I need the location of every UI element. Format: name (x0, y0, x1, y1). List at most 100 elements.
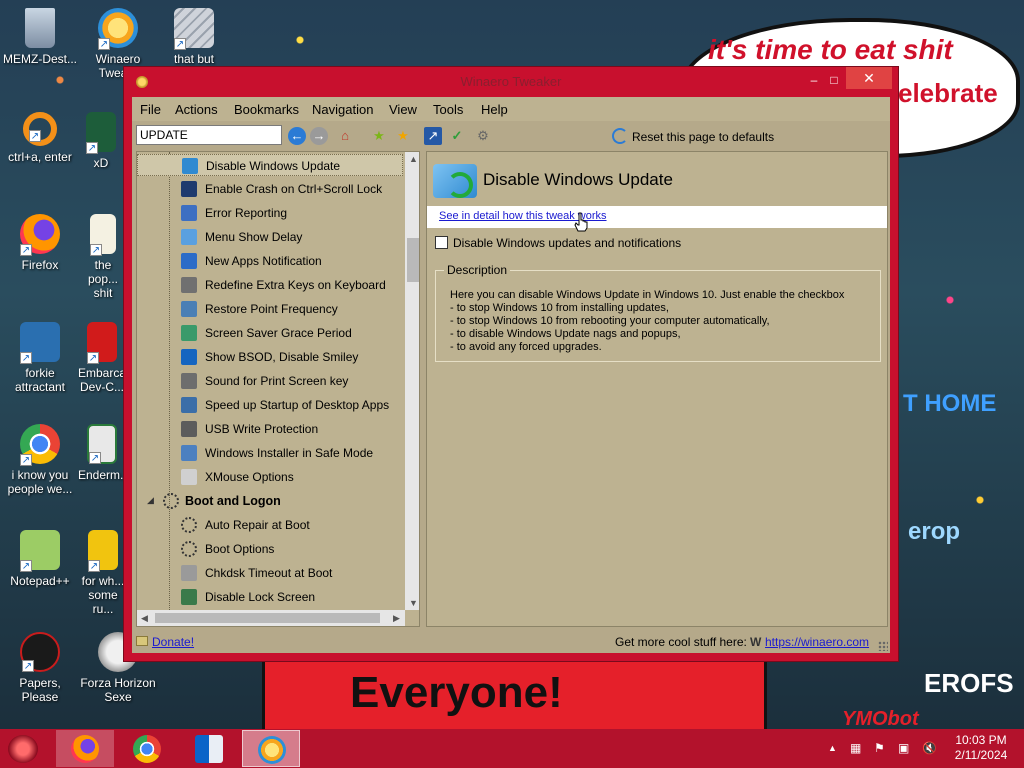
desktop-icon-xd[interactable]: ↗ xD (78, 112, 124, 170)
tree-item[interactable]: Error Reporting (137, 202, 403, 224)
window-titlebar[interactable]: Winaero Tweaker – □ ✕ (124, 67, 898, 97)
chrome-icon (133, 735, 161, 763)
taskbar-app-chrome[interactable] (118, 730, 176, 767)
tree-item[interactable]: Enable Crash on Ctrl+Scroll Lock (137, 178, 403, 200)
window-title: Winaero Tweaker (460, 74, 562, 89)
firefox-icon: ↗ (20, 214, 60, 256)
menu-view[interactable]: View (389, 102, 417, 117)
tree-item[interactable]: Windows Installer in Safe Mode (137, 442, 403, 464)
menu-file[interactable]: File (140, 102, 161, 117)
tree-item-label: Boot Options (205, 542, 275, 556)
tray-network-icon[interactable]: ▣ (898, 741, 909, 755)
shortcut-arrow-icon: ↗ (20, 454, 32, 466)
shortcut-arrow-icon: ↗ (98, 38, 110, 50)
tree-item[interactable]: Redefine Extra Keys on Keyboard (137, 274, 403, 296)
start-button[interactable] (8, 735, 38, 763)
winaero-website-link[interactable]: https://winaero.com (765, 635, 869, 649)
tree-item[interactable]: XMouse Options (137, 466, 403, 488)
desktop-icon-label: Embarca... Dev-C... (78, 366, 137, 394)
menu-bookmarks[interactable]: Bookmarks (234, 102, 299, 117)
taskbar-app-winaero[interactable] (242, 730, 300, 767)
shortcut-arrow-icon: ↗ (20, 244, 32, 256)
dots-spinner-icon (181, 541, 197, 557)
search-input[interactable] (136, 125, 282, 145)
desktop-icon-ctrl-a[interactable]: ↗ ctrl+a, enter (0, 112, 80, 164)
scroll-right-arrow-icon[interactable]: ▶ (393, 613, 400, 624)
expand-arrow-icon[interactable]: ◢ (147, 495, 154, 506)
desktop-icon-enderman[interactable]: ↗ Enderm... (78, 424, 130, 482)
tree-item[interactable]: Menu Show Delay (137, 226, 403, 248)
close-button[interactable]: ✕ (846, 67, 892, 89)
apply-check-icon[interactable]: ✓ (448, 127, 466, 145)
tree-item[interactable]: Screen Saver Grace Period (137, 322, 403, 344)
scroll-up-arrow-icon[interactable]: ▲ (409, 154, 418, 164)
back-icon[interactable]: ← (288, 127, 306, 145)
desktop-icon-firefox[interactable]: ↗ Firefox (0, 214, 80, 272)
tray-flag-icon[interactable]: ⚑ (874, 741, 885, 755)
bookmarks-icon[interactable]: ★ (394, 127, 412, 145)
maximize-button[interactable]: □ (824, 73, 844, 89)
tree-item-label: Disable Windows Update (206, 159, 341, 173)
donate-link[interactable]: Donate! (152, 635, 194, 649)
reset-page-button[interactable]: Reset this page to defaults (632, 130, 774, 144)
disk-icon (181, 565, 197, 581)
shortcut-arrow-icon: ↗ (22, 660, 34, 672)
windows-update-icon (433, 164, 477, 198)
forward-icon[interactable]: → (310, 127, 328, 145)
shortcut-icon[interactable]: ↗ (424, 127, 442, 145)
menu-navigation[interactable]: Navigation (312, 102, 373, 117)
tree-group-boot-and-logon[interactable]: ◢ Boot and Logon (137, 490, 403, 512)
shortcut-arrow-icon: ↗ (89, 452, 101, 464)
tree-item[interactable]: Auto Repair at Boot (137, 514, 403, 536)
minimize-button[interactable]: – (804, 73, 824, 89)
menu-tools[interactable]: Tools (433, 102, 463, 117)
desktop-icon-papers-please[interactable]: ↗ Papers, Please (0, 632, 80, 704)
shortcut-arrow-icon: ↗ (87, 352, 99, 364)
tree-item[interactable]: Disable Lock Screen (137, 586, 403, 608)
shortcut-arrow-icon: ↗ (174, 38, 186, 50)
shortcut-arrow-icon: ↗ (20, 352, 32, 364)
desktop-icon-dc[interactable]: ↗ for wh... some ru... (78, 530, 128, 616)
tree-hscroll-thumb[interactable] (155, 613, 380, 623)
tree-item[interactable]: New Apps Notification (137, 250, 403, 272)
desktop-icon-pop[interactable]: ↗ the pop... shit (78, 214, 128, 300)
tree-vertical-scrollbar[interactable] (405, 152, 419, 610)
taskbar-clock[interactable]: 10:03 PM 2/11/2024 (944, 733, 1018, 763)
desktop-icon-chrome[interactable]: ↗ i know you people we... (0, 424, 80, 496)
scroll-left-arrow-icon[interactable]: ◀ (141, 613, 148, 624)
desktop-icon-label: xD (93, 156, 109, 170)
disable-updates-checkbox[interactable] (435, 236, 448, 249)
home-icon[interactable]: ⌂ (336, 127, 354, 145)
resize-grip-icon[interactable] (878, 641, 888, 651)
tree-item[interactable]: Restore Point Frequency (137, 298, 403, 320)
tree-item[interactable]: Sound for Print Screen key (137, 370, 403, 392)
disable-updates-checkbox-label[interactable]: Disable Windows updates and notification… (453, 236, 681, 250)
desktop-icon-memz[interactable]: MEMZ-Dest... (0, 8, 80, 66)
tree-item[interactable]: Boot Options (137, 538, 403, 560)
menu-help[interactable]: Help (481, 102, 508, 117)
wallpaper-sign-erop: erop (908, 518, 961, 545)
tree-item[interactable]: Chkdsk Timeout at Boot (137, 562, 403, 584)
tree-item-label: Disable Lock Screen (205, 590, 316, 604)
tree-item-label: USB Write Protection (205, 422, 319, 436)
taskbar-app-outlook[interactable] (180, 730, 238, 767)
tree-item[interactable]: Show BSOD, Disable Smiley (137, 346, 403, 368)
tray-network-share-icon[interactable]: ▦ (850, 741, 861, 755)
more-stuff-text: Get more cool stuff here: (615, 635, 747, 649)
desktop-icon-label: the pop... shit (87, 258, 119, 300)
tree-item[interactable]: Disable Windows Update (137, 154, 403, 176)
desktop-icon-forkie[interactable]: ↗ forkie attractant (0, 322, 80, 394)
add-bookmark-icon[interactable]: ★ (370, 127, 388, 145)
desktop-icon-devcpp[interactable]: ↗ Embarca... Dev-C... (78, 322, 137, 394)
tray-expand-icon[interactable]: ▲ (828, 743, 837, 753)
tray-volume-muted-icon[interactable]: 🔇 (922, 741, 937, 755)
settings-gear-icon[interactable]: ⚙ (474, 127, 492, 145)
scroll-down-arrow-icon[interactable]: ▼ (409, 598, 418, 608)
menu-actions[interactable]: Actions (175, 102, 218, 117)
tree-item[interactable]: USB Write Protection (137, 418, 403, 440)
tree-item[interactable]: Speed up Startup of Desktop Apps (137, 394, 403, 416)
tree-scroll-thumb[interactable] (407, 238, 419, 282)
taskbar-app-firefox[interactable] (56, 730, 114, 767)
desktop-icon-notepadpp[interactable]: ↗ Notepad++ (0, 530, 80, 588)
startup-icon (181, 397, 197, 413)
